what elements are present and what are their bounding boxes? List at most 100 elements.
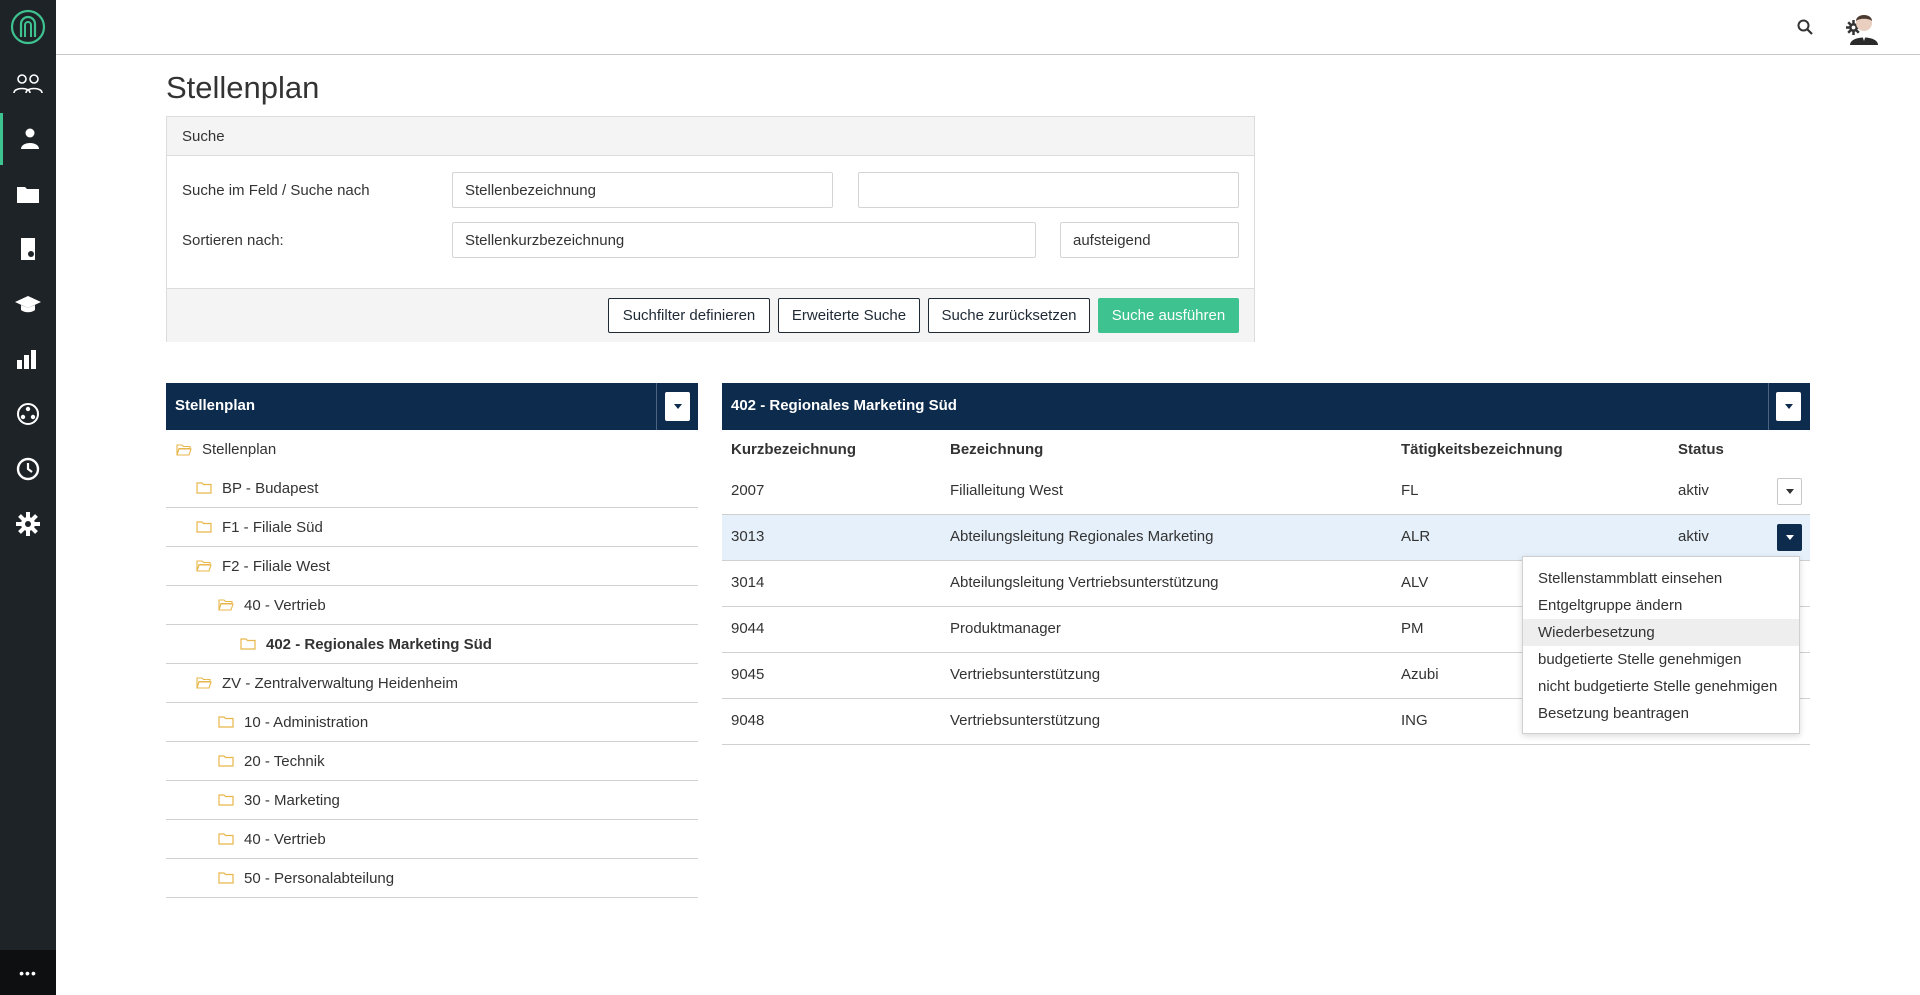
sort-order-select[interactable] — [1060, 222, 1239, 258]
folder-icon — [218, 833, 234, 845]
tree-node[interactable]: 40 - Vertrieb — [166, 586, 698, 625]
table-panel-header: 402 - Regionales Marketing Süd — [722, 383, 1810, 430]
tree-node[interactable]: 40 - Vertrieb — [166, 820, 698, 859]
tree-node[interactable]: 20 - Technik — [166, 742, 698, 781]
gear-icon — [16, 512, 40, 536]
define-filter-button[interactable]: Suchfilter definieren — [608, 298, 770, 333]
sidebar-item-reports[interactable] — [0, 333, 56, 385]
cell-bez: Abteilungsleitung Vertriebsunterstützung — [950, 574, 1219, 591]
sidebar-item-training[interactable] — [0, 278, 56, 330]
app-logo[interactable] — [0, 0, 56, 54]
tree-node[interactable]: 50 - Personalabteilung — [166, 859, 698, 898]
sidebar-item-files[interactable] — [0, 168, 56, 220]
folder-icon — [196, 482, 212, 494]
dropdown-item[interactable]: nicht budgetierte Stelle genehmigen — [1523, 673, 1799, 700]
tree-node[interactable]: ZV - Zentralverwaltung Heidenheim — [166, 664, 698, 703]
table-header: Kurzbezeichnung Bezeichnung Tätigkeitsbe… — [722, 430, 1810, 469]
caret-down-icon — [1785, 535, 1794, 540]
tree-node-label: 30 - Marketing — [244, 791, 340, 809]
row-actions-button[interactable] — [1777, 478, 1802, 505]
sidebar-item-documents[interactable] — [0, 223, 56, 275]
table-row[interactable]: 2007 Filialleitung West FL aktiv — [722, 469, 1810, 515]
tree-node-label: BP - Budapest — [222, 479, 319, 497]
bar-chart-icon — [17, 350, 36, 369]
sidebar-item-time[interactable] — [0, 443, 56, 495]
table-panel-title: 402 - Regionales Marketing Süd — [731, 397, 957, 414]
row-actions-dropdown: Stellenstammblatt einsehen Entgeltgruppe … — [1522, 556, 1800, 734]
table-menu-button[interactable] — [1776, 392, 1801, 421]
document-search-icon — [21, 238, 35, 260]
execute-search-button[interactable]: Suche ausführen — [1098, 298, 1239, 333]
cell-kurz: 9048 — [731, 712, 765, 729]
cell-kurz: 9045 — [731, 666, 765, 683]
cell-status: aktiv — [1678, 528, 1709, 545]
dropdown-item[interactable]: Besetzung beantragen — [1523, 700, 1799, 727]
search-query-input[interactable] — [858, 172, 1239, 208]
clock-icon — [16, 457, 40, 481]
tree-node-label: Stellenplan — [202, 441, 277, 458]
sidebar-item-team[interactable] — [0, 58, 56, 110]
cell-kurz: 3013 — [731, 528, 765, 545]
search-field-label: Suche im Feld / Suche nach — [182, 182, 370, 199]
tree-node-label: ZV - Zentralverwaltung Heidenheim — [222, 674, 458, 692]
search-panel: Suche Suche im Feld / Suche nach Sortier… — [166, 116, 1255, 342]
user-avatar[interactable] — [1848, 11, 1880, 45]
cell-taet: ALR — [1401, 528, 1431, 545]
folder-icon — [218, 755, 234, 767]
search-actions: Suchfilter definieren Erweiterte Suche S… — [167, 288, 1254, 342]
reset-search-button[interactable]: Suche zurücksetzen — [928, 298, 1090, 333]
sidebar-item-stellenplan[interactable] — [0, 113, 56, 165]
advanced-search-button[interactable]: Erweiterte Suche — [778, 298, 920, 333]
tree-menu-button[interactable] — [665, 392, 690, 421]
column-header-status[interactable]: Status — [1678, 441, 1724, 458]
row-actions-button[interactable] — [1777, 524, 1802, 551]
cell-bez: Vertriebsunterstützung — [950, 712, 1101, 729]
dropdown-item[interactable]: budgetierte Stelle genehmigen — [1523, 646, 1799, 673]
graduation-cap-icon — [15, 296, 41, 313]
cell-kurz: 2007 — [731, 482, 765, 499]
folder-icon — [240, 638, 256, 650]
logo-icon — [10, 9, 46, 45]
tree-node[interactable]: Stellenplan — [166, 430, 698, 469]
column-header-kurz[interactable]: Kurzbezeichnung — [731, 441, 856, 458]
sidebar: ••• — [0, 0, 56, 995]
sidebar-item-settings[interactable] — [0, 498, 56, 550]
cell-taet: Azubi — [1401, 666, 1439, 683]
search-button[interactable] — [1792, 14, 1818, 40]
cell-bez: Vertriebsunterstützung — [950, 666, 1101, 683]
caret-down-icon — [673, 404, 682, 409]
sidebar-item-network[interactable] — [0, 388, 56, 440]
tree-node[interactable]: F2 - Filiale West — [166, 547, 698, 586]
tree-node-label: 20 - Technik — [244, 752, 325, 770]
tree-node-label: 40 - Vertrieb — [244, 830, 326, 848]
cell-taet: ING — [1401, 712, 1428, 729]
page-title: Stellenplan — [166, 70, 320, 105]
cell-kurz: 3014 — [731, 574, 765, 591]
sort-field-select[interactable] — [452, 222, 1036, 258]
tree-node[interactable]: 30 - Marketing — [166, 781, 698, 820]
dropdown-item[interactable]: Stellenstammblatt einsehen — [1523, 565, 1799, 592]
network-icon — [17, 403, 39, 425]
folder-open-icon — [218, 599, 234, 611]
avatar-icon — [1850, 15, 1878, 45]
table-row[interactable]: 3013 Abteilungsleitung Regionales Marketi… — [722, 515, 1810, 561]
dropdown-item[interactable]: Wiederbesetzung — [1523, 619, 1799, 646]
folder-icon — [218, 794, 234, 806]
tree-node[interactable]: 10 - Administration — [166, 703, 698, 742]
folder-open-icon — [196, 560, 212, 572]
column-header-bez[interactable]: Bezeichnung — [950, 441, 1043, 458]
folder-icon — [218, 716, 234, 728]
tree-node[interactable]: BP - Budapest — [166, 469, 698, 508]
caret-down-icon — [1784, 404, 1793, 409]
dropdown-item[interactable]: Entgeltgruppe ändern — [1523, 592, 1799, 619]
folder-icon — [218, 872, 234, 884]
column-header-taet[interactable]: Tätigkeitsbezeichnung — [1401, 441, 1563, 458]
search-field-select[interactable] — [452, 172, 833, 208]
more-menu-button[interactable]: ••• — [0, 950, 56, 995]
folder-icon — [17, 187, 39, 203]
folder-open-icon — [176, 443, 192, 456]
cell-kurz: 9044 — [731, 620, 765, 637]
tree-node[interactable]: 402 - Regionales Marketing Süd — [166, 625, 698, 664]
tree-node[interactable]: F1 - Filiale Süd — [166, 508, 698, 547]
folder-icon — [196, 521, 212, 533]
